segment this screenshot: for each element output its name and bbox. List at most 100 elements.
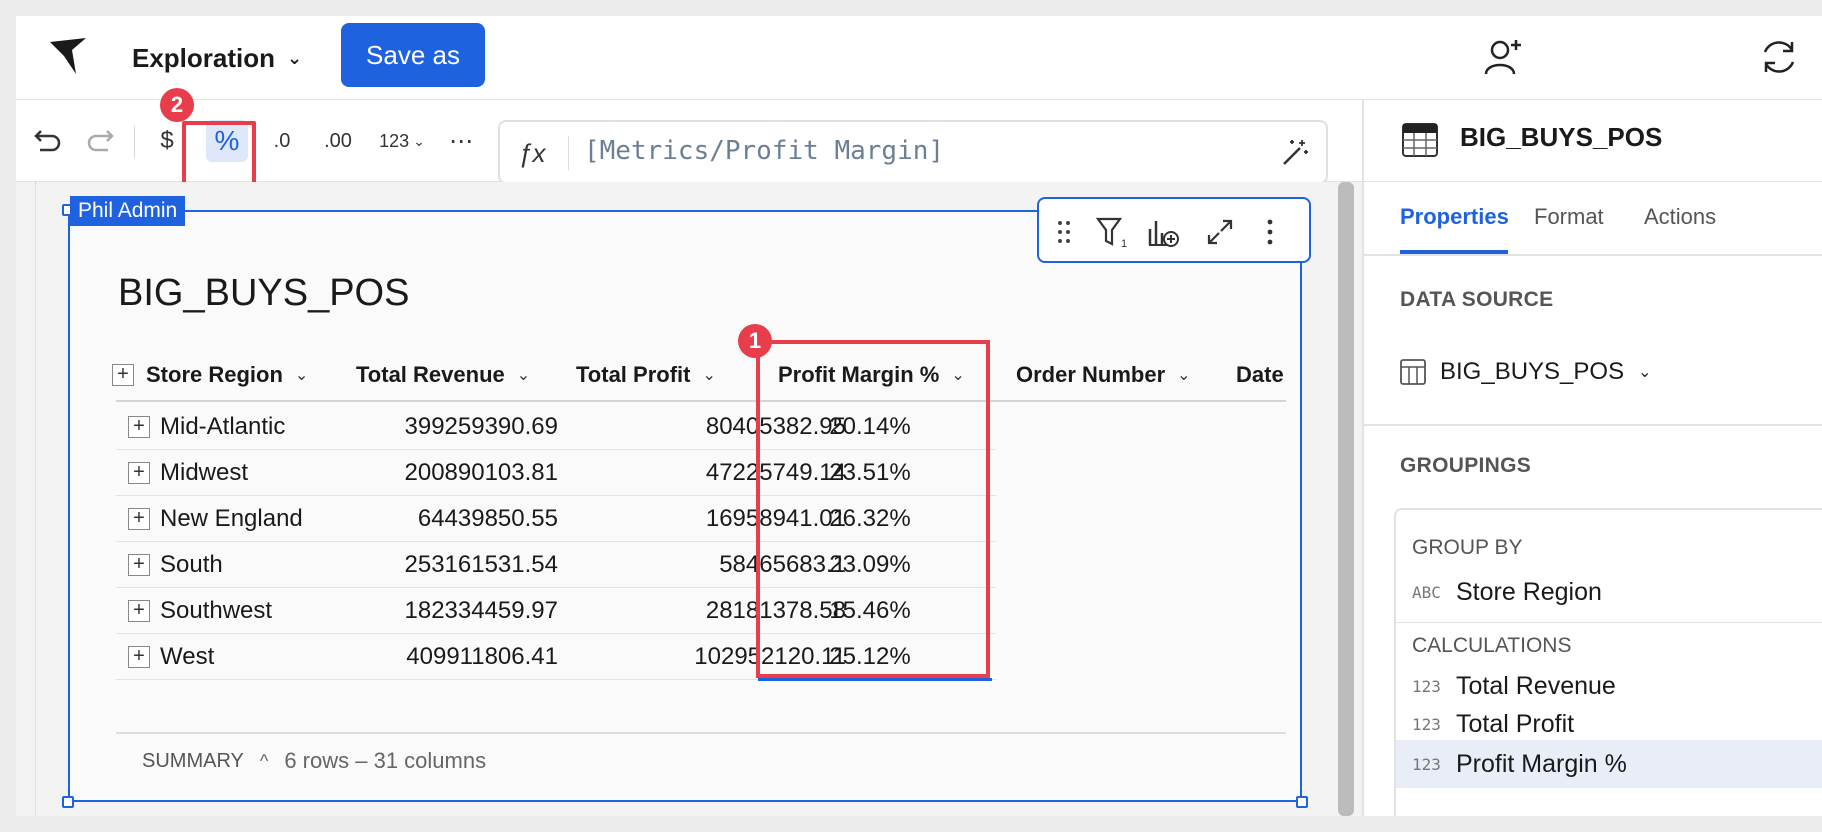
region-cell: + Midwest — [128, 450, 248, 496]
region-value: New England — [160, 505, 303, 532]
expand-plus-icon[interactable]: + — [128, 554, 150, 576]
canvas-scrollbar[interactable] — [1338, 182, 1354, 816]
column-header-store-region[interactable]: + Store Region ⌄ — [112, 350, 308, 400]
expand-plus-icon[interactable]: + — [128, 416, 150, 438]
drag-handle-icon[interactable] — [1047, 215, 1081, 249]
region-value: Mid-Atlantic — [160, 413, 286, 440]
add-chart-icon[interactable] — [1147, 215, 1181, 249]
section-divider — [1364, 424, 1822, 426]
calculation-item-name: Profit Margin % — [1456, 750, 1627, 778]
expand-plus-icon[interactable]: + — [128, 600, 150, 622]
header-divider — [116, 400, 1286, 402]
region-cell: + Southwest — [128, 588, 272, 634]
app-window: Exploration ⌄ Save as $ % .0 .00 123 ⌄ ⋯… — [16, 16, 1822, 816]
region-value: West — [160, 643, 215, 670]
table-icon — [1402, 123, 1438, 157]
chevron-down-icon: ⌄ — [413, 132, 425, 149]
resize-handle[interactable] — [1296, 796, 1308, 808]
chevron-down-icon: ⌄ — [287, 47, 303, 68]
properties-panel: BIG_BUYS_POS Properties Format Actions D… — [1362, 100, 1822, 816]
text-type-icon: ABC — [1412, 583, 1441, 602]
revenue-cell: 64439850.55 — [417, 505, 558, 532]
region-cell: + Mid-Atlantic — [128, 404, 285, 450]
chevron-down-icon: ⌄ — [1638, 364, 1652, 381]
document-title: Exploration — [132, 42, 276, 73]
expand-plus-icon[interactable]: + — [128, 646, 150, 668]
annotation-badge-1: 1 — [738, 324, 772, 358]
more-vertical-icon[interactable] — [1253, 215, 1287, 249]
calculation-item-name: Total Revenue — [1456, 672, 1616, 700]
table-icon — [1400, 359, 1426, 385]
calculation-item[interactable]: 123 Total Revenue — [1412, 672, 1616, 701]
formula-bar[interactable]: ƒx [Metrics/Profit Margin] — [498, 120, 1328, 184]
column-header-label: Order Number — [1016, 362, 1166, 387]
calculation-item-selected[interactable]: 123 Profit Margin % — [1412, 750, 1627, 779]
user-presence-tag: Phil Admin — [70, 196, 186, 226]
data-source-label: DATA SOURCE — [1400, 288, 1554, 311]
element-title[interactable]: BIG_BUYS_POS — [118, 272, 409, 315]
tab-actions[interactable]: Actions — [1644, 204, 1716, 230]
number-type-icon: 123 — [1412, 755, 1441, 774]
summary-bar[interactable]: SUMMARY ^ 6 rows – 31 columns — [142, 744, 486, 778]
data-source-selector[interactable]: BIG_BUYS_POS ⌄ — [1400, 358, 1651, 386]
column-selection-indicator — [758, 678, 992, 681]
annotation-badge-2: 2 — [160, 88, 194, 122]
redo-icon[interactable] — [84, 120, 120, 162]
currency-format-button[interactable]: $ — [150, 120, 184, 162]
revenue-cell: 200890103.81 — [404, 459, 559, 486]
chevron-up-icon[interactable]: ^ — [260, 751, 268, 772]
region-value: Southwest — [160, 597, 273, 624]
save-as-button[interactable]: Save as — [341, 23, 485, 87]
number-format-dropdown[interactable]: 123 ⌄ — [372, 120, 432, 162]
panel-tabs: Properties Format Actions — [1364, 182, 1822, 256]
expand-icon[interactable] — [1203, 215, 1237, 249]
refresh-icon[interactable] — [1756, 34, 1802, 80]
more-options-button[interactable]: ⋯ — [444, 120, 478, 162]
data-source-value: BIG_BUYS_POS — [1440, 358, 1625, 385]
magic-wand-icon[interactable] — [1280, 138, 1310, 168]
revenue-cell: 253161531.54 — [404, 551, 559, 578]
resize-handle[interactable] — [62, 796, 74, 808]
chevron-down-icon: ⌄ — [702, 367, 716, 384]
column-header-order-number[interactable]: Order Number ⌄ — [1016, 350, 1191, 400]
formula-input[interactable]: [Metrics/Profit Margin] — [584, 136, 944, 166]
panel-title: BIG_BUYS_POS — [1460, 122, 1663, 152]
expand-plus-icon[interactable]: + — [112, 364, 134, 386]
column-header-total-profit[interactable]: Total Profit ⌄ — [576, 350, 716, 400]
column-header-label: Store Region — [146, 362, 283, 387]
canvas-ruler — [16, 182, 36, 816]
number-type-icon: 123 — [1412, 715, 1441, 734]
tab-format[interactable]: Format — [1534, 204, 1604, 230]
undo-icon[interactable] — [28, 120, 64, 162]
filter-icon[interactable]: 1 — [1095, 215, 1129, 249]
revenue-cell: 399259390.69 — [404, 413, 559, 440]
revenue-cell: 182334459.97 — [404, 597, 559, 624]
function-icon: ƒx — [518, 138, 546, 168]
highlight-box-profit-margin — [756, 340, 990, 678]
tab-properties[interactable]: Properties — [1400, 204, 1509, 230]
svg-text:1: 1 — [1121, 238, 1127, 249]
region-cell: + South — [128, 542, 223, 588]
number-type-icon: 123 — [1412, 677, 1441, 696]
active-tab-indicator — [1400, 250, 1508, 254]
increase-decimals-button[interactable]: .00 — [314, 120, 362, 162]
expand-plus-icon[interactable]: + — [128, 508, 150, 530]
group-by-label: GROUP BY — [1412, 536, 1523, 559]
chevron-down-icon: ⌄ — [516, 367, 531, 384]
region-cell: + New England — [128, 496, 303, 542]
region-value: Midwest — [160, 459, 249, 486]
add-user-icon[interactable] — [1480, 34, 1526, 80]
app-logo-icon[interactable] — [46, 34, 90, 78]
column-header-total-revenue[interactable]: Total Revenue ⌄ — [356, 350, 530, 400]
calculation-item[interactable]: 123 Total Profit — [1412, 710, 1574, 739]
region-value: South — [160, 551, 223, 578]
column-header-date[interactable]: Date — [1236, 350, 1284, 400]
expand-plus-icon[interactable]: + — [128, 462, 150, 484]
group-by-item[interactable]: ABC Store Region — [1412, 578, 1602, 607]
document-title-menu[interactable]: Exploration ⌄ — [132, 40, 302, 76]
formula-divider — [568, 136, 569, 170]
decrease-decimals-button[interactable]: .0 — [260, 120, 304, 162]
chevron-down-icon: ⌄ — [294, 367, 309, 384]
toolbar-divider — [134, 126, 135, 158]
group-by-item-name: Store Region — [1456, 578, 1602, 606]
